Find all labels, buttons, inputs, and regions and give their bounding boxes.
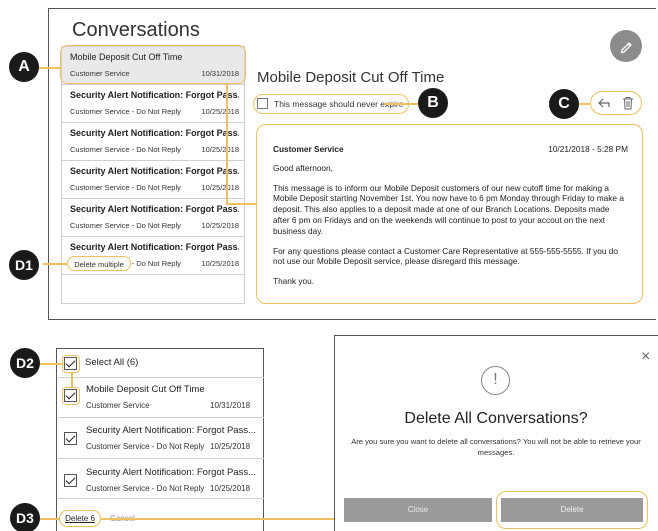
connector-line (226, 84, 228, 204)
divider (58, 458, 264, 459)
marker-d2: D2 (10, 348, 40, 378)
warning-icon: ! (481, 366, 510, 395)
divider (58, 377, 264, 378)
connector-line (40, 518, 59, 520)
dialog-message: Are you sure you want to delete all conv… (351, 437, 641, 457)
connector-line (43, 263, 67, 265)
connector-line (226, 203, 257, 205)
dialog-title: Delete All Conversations? (404, 410, 588, 427)
message-timestamp: 10/21/2018 - 5:28 PM (548, 144, 628, 154)
compose-button[interactable] (610, 30, 642, 62)
message-paragraph: This message is to inform our Mobile Dep… (273, 182, 624, 236)
list-item-subject: Security Alert Notification: Forgot Pass… (86, 467, 257, 478)
list-item-sender: Customer Service - Do Not Reply (70, 183, 181, 192)
delete-selected-button[interactable]: Delete 6 (59, 510, 101, 527)
list-item-date: 10/25/2018 (210, 484, 251, 493)
item-checkbox[interactable] (64, 474, 77, 487)
list-item-subject: Mobile Deposit Cut Off Time (86, 384, 205, 395)
connector-line (38, 67, 60, 69)
list-item[interactable]: Security Alert Notification: Forgot Pass… (62, 199, 244, 237)
list-item-sender: Customer Service (86, 401, 150, 410)
divider (58, 417, 264, 418)
list-item-subject: Security Alert Notification: Forgot Pass… (70, 242, 239, 252)
list-item-sender: Customer Service - Do Not Reply (70, 107, 181, 116)
close-icon[interactable]: × (641, 349, 650, 365)
never-expire-checkbox[interactable] (257, 98, 268, 109)
list-item-subject: Security Alert Notification: Forgot Pass… (70, 128, 239, 138)
message-title: Mobile Deposit Cut Off Time (257, 69, 445, 86)
list-item-subject: Security Alert Notification: Forgot Pass… (70, 166, 239, 176)
list-item-sender: Customer Service - Do Not Reply (70, 221, 181, 230)
marker-d1: D1 (9, 250, 39, 280)
list-item-date: 10/25/2018 (201, 145, 239, 154)
select-panel (56, 348, 264, 531)
select-all-label: Select All (6) (85, 357, 139, 368)
selected-item-highlight (60, 45, 246, 84)
list-item-date: 10/25/2018 (201, 183, 239, 192)
pencil-icon (620, 42, 632, 54)
item-checkbox[interactable] (64, 432, 77, 445)
list-item-date: 10/25/2018 (201, 221, 239, 230)
list-item-sender: Customer Service - Do Not Reply (70, 145, 181, 154)
list-item-date: 10/25/2018 (201, 259, 239, 268)
connector-line (71, 373, 73, 387)
message-greeting: Good afternoon, (273, 162, 333, 173)
list-item-sender: Customer Service - Do Not Reply (86, 484, 205, 493)
marker-d3: D3 (10, 503, 40, 531)
list-item-subject: Security Alert Notification: Forgot Pass… (70, 204, 239, 214)
divider (58, 498, 264, 499)
connector-line (40, 363, 62, 365)
marker-a: A (9, 52, 39, 82)
list-item-sender: Customer Service - Do Not Reply (86, 442, 205, 451)
list-item-date: 10/25/2018 (201, 107, 239, 116)
list-item[interactable]: Security Alert Notification: Forgot Pass… (62, 123, 244, 161)
message-actions (590, 91, 642, 115)
list-item[interactable]: Security Alert Notification: Forgot Pass… (62, 161, 244, 199)
item-checkbox[interactable] (64, 389, 77, 402)
list-item-date: 10/31/2018 (210, 401, 251, 410)
delete-multiple-button[interactable]: Delete multiple (67, 256, 131, 271)
message-body: Customer Service 10/21/2018 - 5:28 PM Go… (256, 124, 643, 304)
list-item-date: 10/25/2018 (210, 442, 251, 451)
reply-icon[interactable] (597, 97, 611, 109)
select-all-checkbox[interactable] (64, 357, 77, 370)
dialog-close-button[interactable]: Close (344, 498, 492, 522)
trash-icon[interactable] (622, 96, 634, 110)
marker-b: B (418, 88, 448, 118)
list-item[interactable]: Security Alert Notification: Forgot Pass… (62, 85, 244, 123)
marker-c: C (549, 89, 579, 119)
message-sender: Customer Service (273, 144, 344, 154)
message-paragraph: For any questions please contact a Custo… (273, 245, 618, 267)
connector-line (384, 103, 418, 105)
list-item-subject: Security Alert Notification: Forgot Pass… (86, 425, 257, 436)
dialog-delete-button[interactable]: Delete (501, 498, 643, 522)
page-title: Conversations (72, 19, 200, 41)
list-item-subject: Security Alert Notification: Forgot Pass… (70, 90, 239, 100)
message-signoff: Thank you. (273, 276, 315, 287)
